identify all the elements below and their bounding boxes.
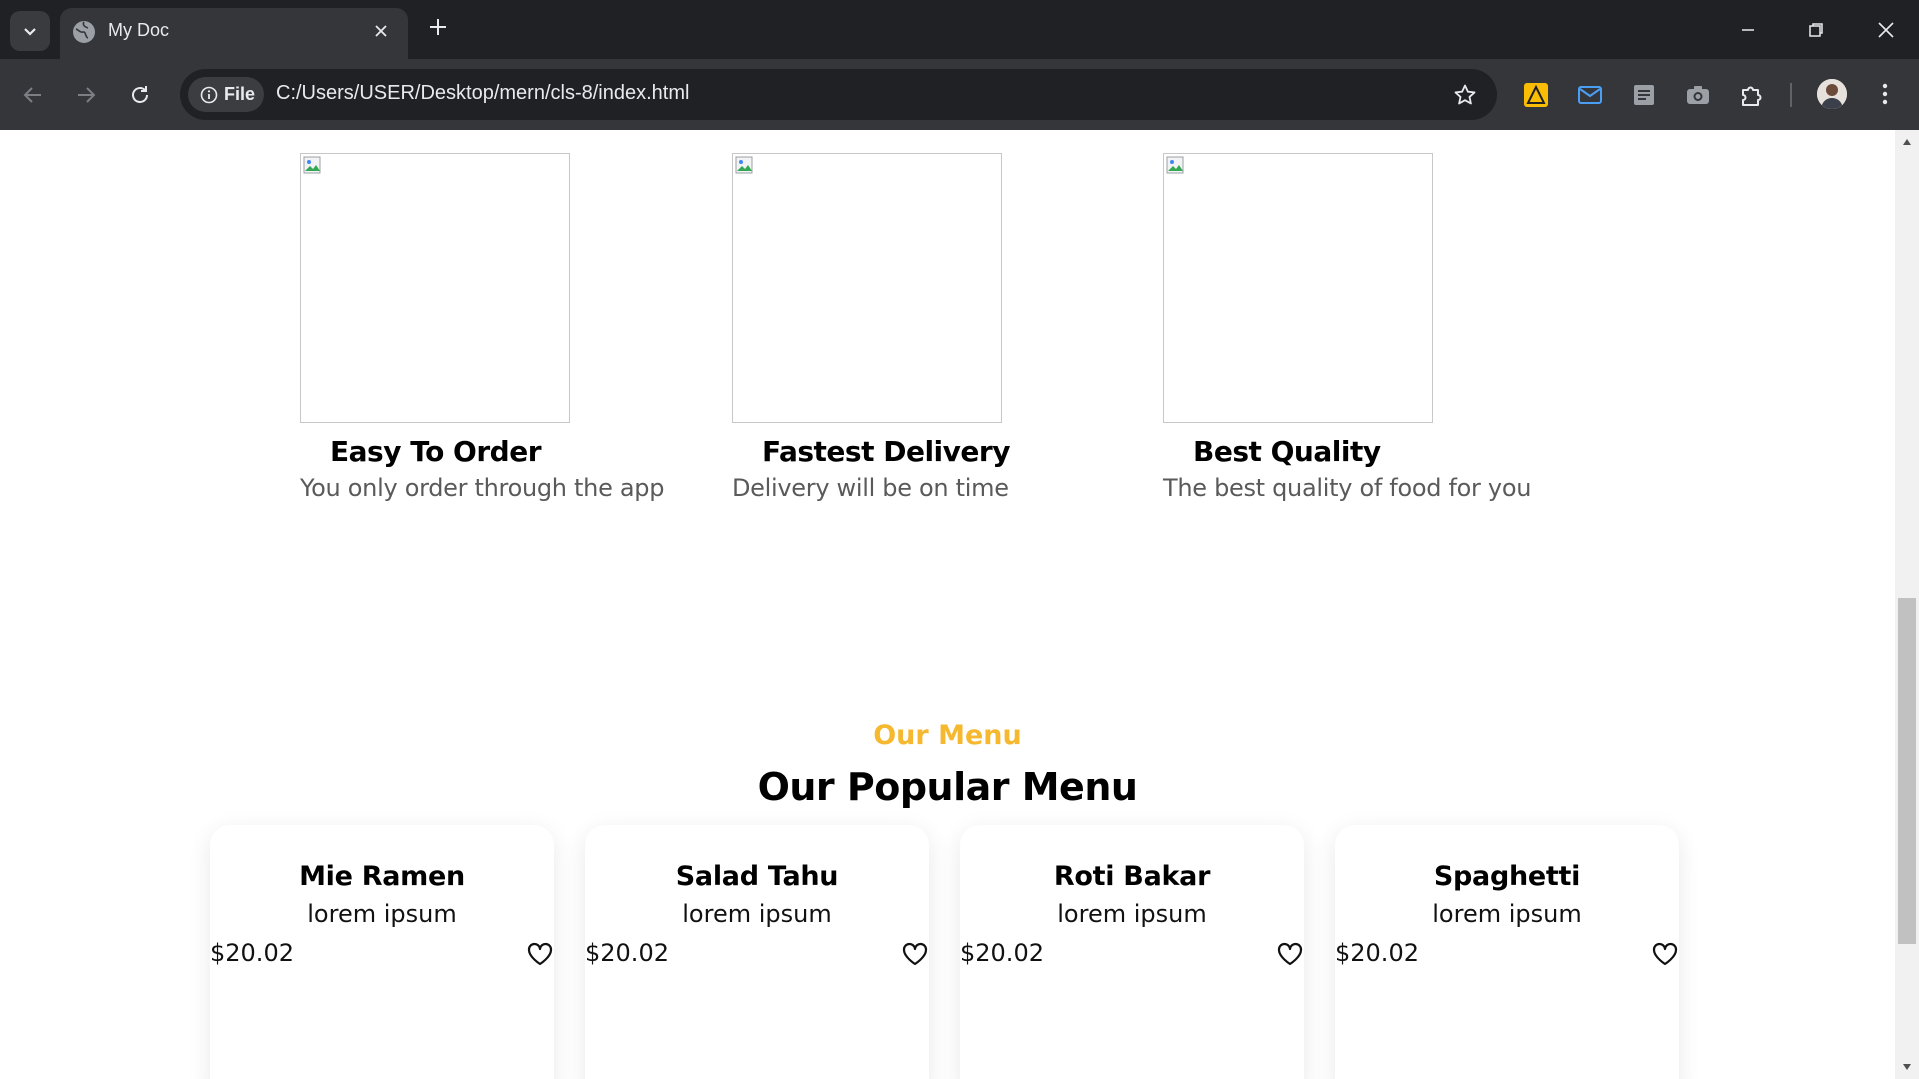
menu-item-name: Salad Tahu: [675, 861, 839, 892]
menu-item-footer: $20.02: [585, 939, 929, 969]
menu-item-footer: $20.02: [960, 939, 1304, 969]
feature-title: Fastest Delivery: [762, 435, 1010, 468]
browser-tab-strip: My Doc: [0, 0, 1919, 59]
extensions-menu-button[interactable]: [1738, 81, 1766, 109]
triangle-down-icon: [1903, 1064, 1911, 1070]
feature-image-placeholder: [732, 153, 1002, 423]
feature-card-easy-order: Easy To Order You only order through the…: [300, 153, 720, 502]
feature-image-placeholder: [300, 153, 570, 423]
extension-reader-button[interactable]: [1630, 81, 1658, 109]
menu-item-footer: $20.02: [1335, 939, 1679, 969]
minimize-icon: [1742, 29, 1754, 31]
tab-search-button[interactable]: [10, 11, 50, 51]
bookmark-button[interactable]: [1451, 81, 1479, 109]
arrow-left-icon: [23, 87, 41, 103]
page-viewport: Easy To Order You only order through the…: [0, 130, 1895, 1079]
menu-section-title: Our Popular Menu: [757, 765, 1138, 809]
menu-card[interactable]: Roti Bakar lorem ipsum $20.02: [960, 825, 1304, 1079]
back-button[interactable]: [15, 77, 51, 113]
feature-image-placeholder: [1163, 153, 1433, 423]
menu-card[interactable]: Spaghetti lorem ipsum $20.02: [1335, 825, 1679, 1079]
chevron-down-icon: [24, 28, 36, 36]
menu-item-name: Roti Bakar: [1053, 861, 1211, 892]
close-icon: [375, 25, 387, 37]
heart-icon[interactable]: [1651, 941, 1679, 967]
reload-button[interactable]: [122, 77, 158, 113]
puzzle-icon: [1742, 86, 1762, 106]
restore-button[interactable]: [1788, 10, 1844, 50]
browser-toolbar: File C:/Users/USER/Desktop/mern/cls-8/in…: [0, 59, 1919, 130]
feature-title: Best Quality: [1193, 435, 1381, 468]
arrow-right-icon: [78, 87, 96, 103]
new-tab-button[interactable]: [424, 14, 452, 42]
menu-item-name: Mie Ramen: [299, 861, 465, 892]
menu-item-footer: $20.02: [210, 939, 554, 969]
star-icon: [1454, 84, 1476, 105]
menu-item-desc: lorem ipsum: [307, 900, 457, 928]
extension-warning-button[interactable]: [1522, 81, 1550, 109]
site-info-chip[interactable]: File: [188, 77, 264, 112]
scroll-down-button[interactable]: [1899, 1059, 1915, 1075]
close-window-button[interactable]: [1858, 10, 1914, 50]
address-bar[interactable]: File C:/Users/USER/Desktop/mern/cls-8/in…: [180, 69, 1497, 120]
user-avatar-icon: [1817, 79, 1847, 109]
heart-icon[interactable]: [901, 941, 929, 967]
menu-item-price: $20.02: [960, 939, 1044, 967]
profile-avatar[interactable]: [1817, 79, 1847, 109]
plus-icon: [430, 19, 446, 35]
tab-title: My Doc: [108, 20, 170, 40]
broken-image-icon: [735, 156, 753, 174]
warning-extension-icon: [1524, 83, 1548, 107]
browser-menu-button[interactable]: [1870, 79, 1900, 109]
menu-item-price: $20.02: [210, 939, 294, 967]
extension-mail-button[interactable]: [1576, 81, 1604, 109]
document-icon: [1634, 85, 1654, 105]
triangle-up-icon: [1903, 139, 1911, 145]
camera-icon: [1687, 86, 1709, 104]
globe-icon: [73, 21, 95, 43]
active-tab[interactable]: My Doc: [60, 8, 408, 59]
menu-card[interactable]: Salad Tahu lorem ipsum $20.02: [585, 825, 929, 1079]
feature-card-fast-delivery: Fastest Delivery Delivery will be on tim…: [732, 153, 1152, 502]
close-icon: [1878, 22, 1894, 38]
feature-card-best-quality: Best Quality The best quality of food fo…: [1163, 153, 1583, 502]
menu-item-desc: lorem ipsum: [682, 900, 832, 928]
extension-screenshot-button[interactable]: [1684, 81, 1712, 109]
reload-icon: [132, 86, 148, 103]
menu-item-price: $20.02: [1335, 939, 1419, 967]
site-info-label: File: [224, 84, 256, 104]
scroll-up-button[interactable]: [1899, 134, 1915, 150]
restore-icon: [1809, 23, 1823, 37]
broken-image-icon: [1166, 156, 1184, 174]
toolbar-divider: [1790, 83, 1792, 107]
page-scrollbar-thumb[interactable]: [1898, 598, 1916, 944]
feature-text: Delivery will be on time: [732, 474, 1009, 502]
mail-icon: [1578, 86, 1602, 104]
minimize-button[interactable]: [1720, 10, 1776, 50]
feature-text: The best quality of food for you: [1163, 474, 1532, 502]
forward-button[interactable]: [68, 77, 104, 113]
menu-item-desc: lorem ipsum: [1057, 900, 1207, 928]
url-text[interactable]: C:/Users/USER/Desktop/mern/cls-8/index.h…: [276, 82, 689, 105]
tab-close-button[interactable]: [368, 18, 394, 44]
menu-section-subtitle: Our Menu: [873, 720, 1022, 751]
info-icon: [200, 86, 218, 103]
heart-icon[interactable]: [1276, 941, 1304, 967]
menu-item-price: $20.02: [585, 939, 669, 967]
menu-card[interactable]: Mie Ramen lorem ipsum $20.02: [210, 825, 554, 1079]
feature-text: You only order through the app: [300, 474, 665, 502]
menu-item-name: Spaghetti: [1433, 861, 1581, 892]
more-vertical-icon: [1882, 83, 1888, 105]
heart-icon[interactable]: [526, 941, 554, 967]
broken-image-icon: [303, 156, 321, 174]
menu-item-desc: lorem ipsum: [1432, 900, 1582, 928]
feature-title: Easy To Order: [330, 435, 542, 468]
